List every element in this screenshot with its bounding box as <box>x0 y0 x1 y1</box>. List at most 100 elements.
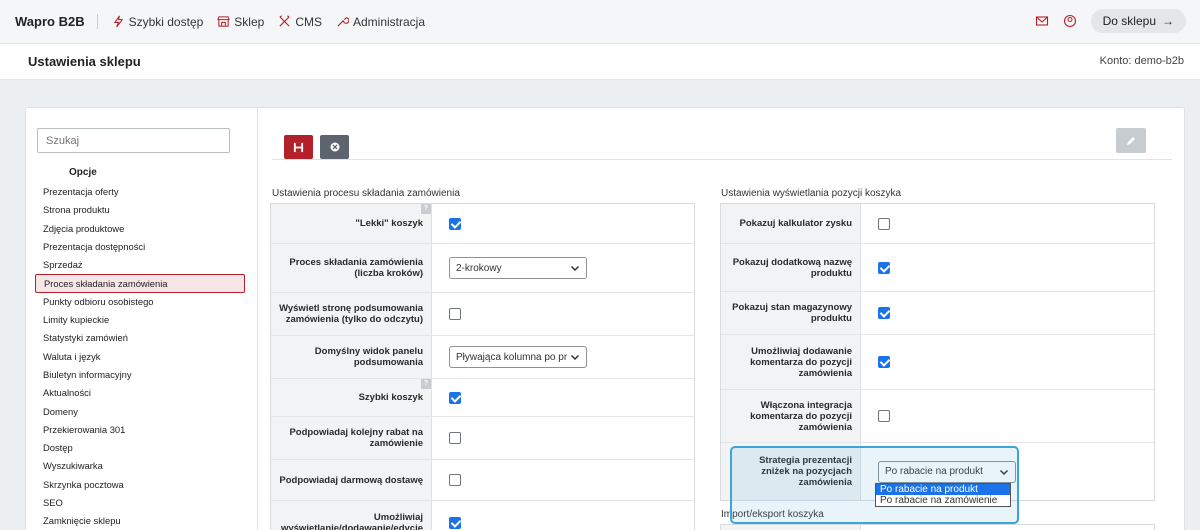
setting-label-text: Podpowiadaj kolejny rabat na zamówienie <box>289 427 423 449</box>
setting-row: Pokazuj kalkulator zysku <box>721 204 1154 244</box>
setting-label-text: Umożliwiaj dodawanie komentarza do pozyc… <box>750 345 852 379</box>
cancel-button[interactable] <box>320 135 349 159</box>
sidebar-item[interactable]: Wyszukiwarka <box>35 457 245 475</box>
wyswietl-strone-podsumowania-zamowienia--checkbox[interactable] <box>449 308 461 320</box>
setting-label-text: Pokazuj dodatkową nazwę produktu <box>732 256 852 279</box>
go-to-shop-label: Do sklepu <box>1102 14 1156 28</box>
sidebar-item[interactable]: Sprzedaż <box>35 256 245 274</box>
setting-label: Wyświetl stronę podsumowania zamówienia … <box>271 293 432 335</box>
order-process-table: "Lekki" koszyk? Proces składania zamówien… <box>270 203 695 530</box>
sidebar-item[interactable]: SEO <box>35 494 245 512</box>
edit-button[interactable] <box>1116 128 1146 153</box>
pencil-icon <box>1127 136 1135 145</box>
podpowiadaj-darmowa-dostawe-checkbox[interactable] <box>449 474 461 486</box>
pokazuj-stan-magazynowy-produktu-checkbox[interactable] <box>878 307 890 319</box>
sidebar-item[interactable]: Skrzynka pocztowa <box>35 476 245 494</box>
nav-right-group: Do sklepu → <box>1035 9 1186 33</box>
options-group-label: Opcje <box>69 167 97 178</box>
setting-label: Podpowiadaj kolejny rabat na zamówienie <box>271 417 432 459</box>
cart-import-row-label <box>721 525 861 530</box>
setting-value: 2-krokowy <box>432 244 587 292</box>
setting-label-text: Podpowiadaj darmową dostawę <box>279 474 423 486</box>
nav-shop[interactable]: Sklep <box>217 15 264 29</box>
dropdown-option[interactable]: Po rabacie na zamówienie <box>876 495 1010 506</box>
sidebar-item[interactable]: Prezentacja dostępności <box>35 238 245 256</box>
setting-value <box>861 390 890 442</box>
sidebar-item[interactable]: Aktualności <box>35 384 245 402</box>
sidebar-item[interactable]: Domeny <box>35 403 245 421</box>
nav-quick-access[interactable]: Szybki dostęp <box>112 14 204 29</box>
sidebar-item[interactable]: Punkty odbioru osobistego <box>35 293 245 311</box>
setting-label: Włączona integracja komentarza do pozycj… <box>721 390 861 442</box>
setting-label-text: Domyślny widok panelu podsumowania <box>314 346 423 368</box>
umozliwiaj-wyswietlanie-dodawanie-edycje-checkbox[interactable] <box>449 517 461 529</box>
dropdown-option[interactable]: Po rabacie na produkt <box>876 484 1010 495</box>
setting-row: "Lekki" koszyk? <box>271 204 694 244</box>
setting-label-text: Szybki koszyk <box>358 392 423 403</box>
toolbar <box>272 108 1172 160</box>
floppy-disk-icon <box>293 142 304 152</box>
sidebar-item[interactable]: Statystyki zamówień <box>35 329 245 347</box>
domyslny-widok-panelu-podsumowania-select[interactable]: Pływająca kolumna po pr <box>449 346 587 368</box>
setting-value <box>861 204 890 243</box>
pokazuj-kalkulator-zysku-checkbox[interactable] <box>878 217 890 230</box>
pokazuj-dodatkowa-nazwe-produktu-checkbox[interactable] <box>878 261 890 274</box>
w-aczona-integracja-komentarza-do-pozycj-checkbox[interactable] <box>878 410 890 422</box>
store-icon <box>217 16 231 27</box>
close-circle-icon <box>330 142 339 152</box>
sidebar-item[interactable]: Przekierowania 301 <box>35 421 245 439</box>
order-process-section-title: Ustawienia procesu składania zamówienia <box>272 188 460 199</box>
brand-logo[interactable]: Wapro B2B <box>15 14 98 29</box>
setting-label: Domyślny widok panelu podsumowania <box>271 336 432 378</box>
setting-label: "Lekki" koszyk? <box>271 204 432 243</box>
nav-cms-label: CMS <box>295 14 322 29</box>
sidebar-item[interactable]: Zamknięcie sklepu <box>35 512 245 530</box>
setting-label: Pokazuj stan magazynowy produktu <box>721 292 861 334</box>
setting-label-text: Wyświetl stronę podsumowania zamówienia … <box>279 303 423 325</box>
setting-row: Umożliwiaj dodawanie komentarza do pozyc… <box>721 335 1154 390</box>
setting-row: Podpowiadaj darmową dostawę <box>271 460 694 501</box>
settings-sidebar: Opcje Prezentacja ofertyStrona produktuZ… <box>26 108 258 530</box>
sidebar-item[interactable]: Proces składania zamówienia <box>35 274 245 293</box>
sidebar-item[interactable]: Limity kupieckie <box>35 311 245 329</box>
sidebar-item[interactable]: Biuletyn informacyjny <box>35 366 245 384</box>
podpowiadaj-kolejny-rabat-na-zamowienie-checkbox[interactable] <box>449 432 461 444</box>
tools-icon <box>279 15 290 27</box>
setting-row: Domyślny widok panelu podsumowania Pływaj… <box>271 336 694 379</box>
chevron-down-icon <box>570 265 580 272</box>
discount-strategy-dropdown-list[interactable]: Po rabacie na produkt Po rabacie na zamów… <box>875 483 1011 507</box>
select-value: Pływająca kolumna po pr <box>456 351 568 363</box>
setting-row: Umożliwiaj wyświetlanie/dodawanie/edycję <box>271 501 694 530</box>
help-icon[interactable]: ? <box>421 379 431 389</box>
nav-admin[interactable]: Administracja <box>336 15 425 29</box>
setting-row: Proces składania zamówienia (liczba krok… <box>271 244 694 293</box>
setting-value <box>861 244 890 291</box>
setting-row: Włączona integracja komentarza do pozycj… <box>721 390 1154 443</box>
szybki-koszyk-checkbox[interactable] <box>449 391 461 404</box>
settings-menu: Prezentacja oferty Strona produktu Zdjęcia… <box>35 183 245 530</box>
search-input[interactable] <box>37 128 230 153</box>
help-icon[interactable]: ? <box>421 204 431 214</box>
nav-quick-access-label: Szybki dostęp <box>128 14 204 29</box>
nav-cms[interactable]: CMS <box>278 15 322 29</box>
setting-label-text: Pokazuj kalkulator zysku <box>739 218 852 229</box>
setting-label-text: Proces składania zamówienia (liczba krok… <box>289 257 423 279</box>
sidebar-item[interactable]: Waluta i język <box>35 348 245 366</box>
setting-label: Proces składania zamówienia (liczba krok… <box>271 244 432 292</box>
setting-value <box>861 335 890 389</box>
sidebar-item[interactable]: Zdjęcia produktowe <box>35 220 245 238</box>
account-label: Konto: demo-b2b <box>1099 55 1184 67</box>
save-button[interactable] <box>284 135 313 159</box>
sidebar-item[interactable]: Prezentacja oferty <box>35 183 245 201</box>
user-icon[interactable] <box>1063 14 1077 28</box>
umozliwiaj-dodawanie-komentarza-do-pozyc-checkbox[interactable] <box>878 356 890 368</box>
setting-row: Wyświetl stronę podsumowania zamówienia … <box>271 293 694 336</box>
proces-sk-adania-zamowienia-liczba-kroko-select[interactable]: 2-krokowy <box>449 257 587 279</box>
setting-label-text: Umożliwiaj wyświetlanie/dodawanie/edycję <box>280 512 423 530</box>
sidebar-item[interactable]: Strona produktu <box>35 201 245 219</box>
mail-icon[interactable] <box>1035 14 1049 28</box>
go-to-shop-button[interactable]: Do sklepu → <box>1090 9 1186 33</box>
setting-label: Pokazuj dodatkową nazwę produktu <box>721 244 861 291</box>
sidebar-item[interactable]: Dostęp <box>35 439 245 457</box>
lekki-koszyk-checkbox[interactable] <box>449 217 461 230</box>
